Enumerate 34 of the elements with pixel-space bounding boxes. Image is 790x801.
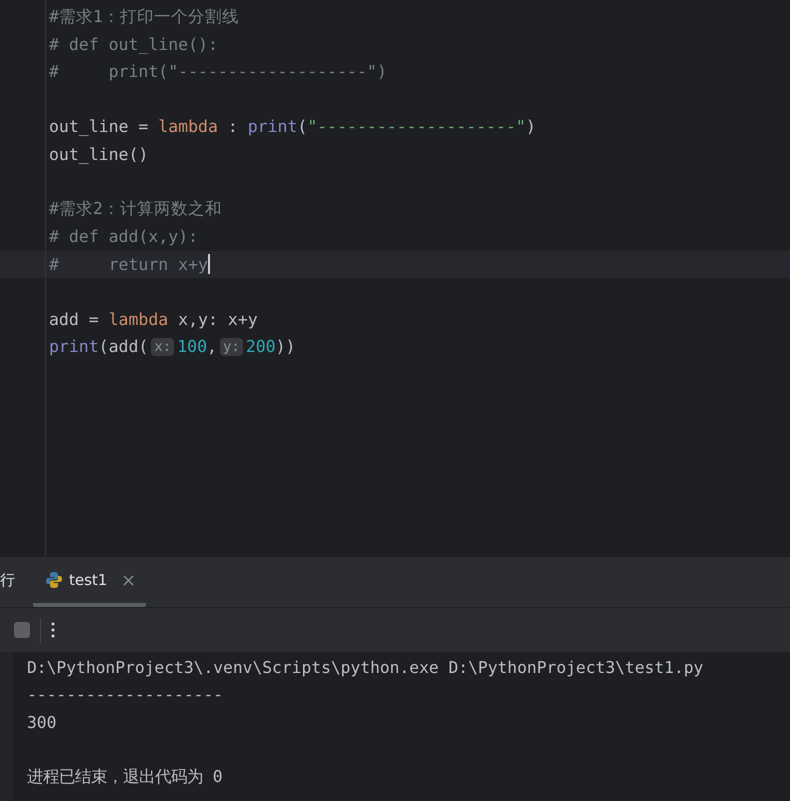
code-token: 200 xyxy=(246,337,276,356)
run-tab[interactable]: test1 xyxy=(33,557,146,607)
code-token: # return x+y xyxy=(49,254,208,274)
close-icon[interactable] xyxy=(123,574,134,586)
code-token: out_line = xyxy=(49,117,150,136)
code-token: )) xyxy=(276,337,296,356)
console-line: 进程已结束，退出代码为 0 xyxy=(27,766,224,788)
code-token: print xyxy=(248,117,298,136)
code-token: #需求1：打印一个分割线 xyxy=(49,6,239,28)
run-tab[interactable]: 行 xyxy=(0,557,21,607)
console-line: -------------------- xyxy=(27,684,224,706)
parameter-hint: y: xyxy=(220,338,243,356)
code-token: : xyxy=(226,117,239,136)
console-line: 300 xyxy=(27,712,58,734)
console-line: D:\PythonProject3\.venv\Scripts\python.exe D:\PythonProject3\test1.py xyxy=(27,657,704,680)
code-token: #需求2：计算两数之和 xyxy=(49,198,222,220)
code-token: ( xyxy=(297,117,308,136)
code-token: "--------------------" xyxy=(307,117,526,136)
code-token: out_line() xyxy=(49,144,148,164)
code-token: # def add(x,y): xyxy=(49,227,198,246)
code-token: # def out_line(): xyxy=(49,34,218,54)
code-token: , xyxy=(207,337,217,356)
code-token: # print("-------------------") xyxy=(49,62,387,82)
code-token: lambda xyxy=(108,310,168,329)
code-token: ) xyxy=(526,117,536,136)
code-token: 100 xyxy=(177,337,208,356)
more-icon[interactable] xyxy=(51,622,55,638)
code-token: print xyxy=(49,337,99,356)
parameter-hint: x: xyxy=(151,338,174,356)
python-icon xyxy=(45,571,63,589)
code-token: lambda xyxy=(158,117,218,136)
code-token: add = xyxy=(49,310,100,329)
code-token: (add( xyxy=(98,337,148,356)
code-token: x,y: x+y xyxy=(177,310,258,329)
